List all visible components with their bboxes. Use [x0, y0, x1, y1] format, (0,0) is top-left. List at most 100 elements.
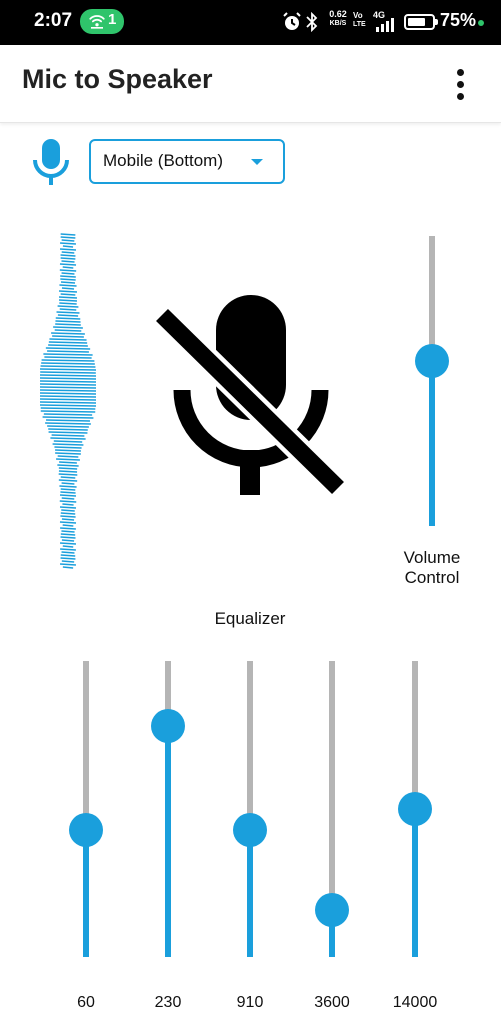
waveform-line [60, 236, 76, 239]
waveform-line [48, 344, 88, 347]
eq-track-inactive [329, 661, 335, 910]
source-selected: Mobile (Bottom) [103, 151, 223, 170]
signal-icon [376, 18, 394, 32]
waveform-line [47, 425, 89, 428]
waveform-line [60, 557, 76, 560]
waveform-line [61, 272, 75, 275]
eq-band-slider-14000[interactable] [395, 661, 435, 957]
alarm-icon [283, 12, 301, 30]
waveform-line [58, 299, 78, 302]
eq-thumb[interactable] [315, 892, 349, 927]
mic-off-icon[interactable] [150, 290, 350, 500]
waveform-line [60, 233, 76, 236]
waveform-line [40, 407, 96, 410]
waveform-line [39, 383, 97, 386]
equalizer-title: Equalizer [214, 609, 286, 628]
waveform-line [43, 353, 93, 356]
waveform-line [59, 485, 77, 488]
waveform-line [61, 239, 75, 242]
waveform-line [60, 512, 76, 515]
eq-thumb[interactable] [398, 792, 432, 826]
waveform-line [61, 251, 75, 254]
eq-track-active [412, 809, 418, 957]
bluetooth-icon [306, 12, 318, 32]
eq-band-label: 60 [77, 994, 95, 1011]
waveform-line [40, 365, 96, 368]
volume-thumb[interactable] [415, 343, 449, 378]
waveform-line [39, 368, 97, 371]
waveform-line [39, 380, 97, 383]
eq-band-label: 3600 [314, 994, 350, 1011]
waveform-line [60, 548, 76, 551]
more-vert-icon[interactable] [448, 65, 476, 105]
waveform-line [42, 416, 94, 419]
eq-thumb[interactable] [233, 812, 267, 847]
battery-icon [404, 14, 438, 30]
network-speed-value: 0.62 [329, 9, 347, 19]
waveform-line [59, 506, 77, 509]
waveform-line [43, 413, 93, 416]
microphone-icon[interactable] [30, 138, 72, 186]
eq-band-slider-910[interactable] [230, 661, 270, 957]
waveform-line [61, 482, 75, 485]
eq-thumb[interactable] [69, 812, 103, 847]
waveform-line [58, 470, 78, 473]
waveform-line [60, 278, 76, 281]
waveform-line [53, 326, 83, 329]
waveform-line [59, 269, 77, 272]
waveform-line [39, 404, 97, 407]
waveform-line [48, 428, 88, 431]
waveform-line [60, 536, 76, 539]
waveform-line [39, 386, 97, 389]
eq-band-slider-230[interactable] [148, 661, 188, 957]
waveform-line [60, 515, 76, 518]
waveform-icon [39, 233, 97, 569]
waveform-line [41, 359, 95, 362]
status-time: 2:07 [34, 10, 73, 31]
waveform-line [55, 323, 81, 326]
eq-track-inactive [412, 661, 418, 809]
waveform-line [55, 320, 81, 323]
waveform-line [59, 500, 77, 503]
waveform-line [60, 257, 76, 260]
eq-band-label: 230 [154, 994, 182, 1011]
volume-slider[interactable] [412, 236, 452, 526]
volte-bottom: LTE [353, 21, 366, 28]
volume-track-inactive [429, 236, 435, 361]
waveform-line [61, 530, 75, 533]
waveform-line [60, 554, 76, 557]
waveform-line [39, 389, 97, 392]
waveform-line [61, 518, 75, 521]
waveform-line [60, 293, 76, 296]
waveform-line [48, 431, 88, 434]
eq-thumb[interactable] [151, 709, 185, 744]
waveform-line [59, 461, 77, 464]
eq-band-slider-3600[interactable] [312, 661, 352, 957]
waveform-line [61, 497, 75, 500]
network-speed: 0.62 KB/S [326, 10, 350, 28]
waveform-line [58, 479, 78, 482]
app-bar: Mic to Speaker [0, 45, 501, 123]
waveform-line [48, 341, 88, 344]
waveform-line [53, 440, 83, 443]
waveform-line [62, 566, 74, 569]
waveform-line [59, 542, 77, 545]
waveform-line [61, 539, 75, 542]
waveform-line [51, 434, 85, 437]
waveform-line [39, 398, 97, 401]
waveform-line [61, 551, 75, 554]
waveform-line [55, 452, 81, 455]
eq-band-slider-60[interactable] [66, 661, 106, 957]
source-dropdown[interactable]: Mobile (Bottom) [89, 139, 285, 184]
hotspot-indicator: 1 [80, 9, 124, 34]
waveform-line [40, 410, 96, 413]
waveform-line [60, 488, 76, 491]
battery-percent: 75% [440, 10, 477, 30]
waveform-line [61, 560, 75, 563]
waveform-line [57, 305, 79, 308]
waveform-line [41, 362, 95, 365]
eq-track-active [165, 726, 171, 957]
waveform-line [57, 464, 79, 467]
waveform-line [59, 284, 77, 287]
waveform-line [47, 350, 89, 353]
